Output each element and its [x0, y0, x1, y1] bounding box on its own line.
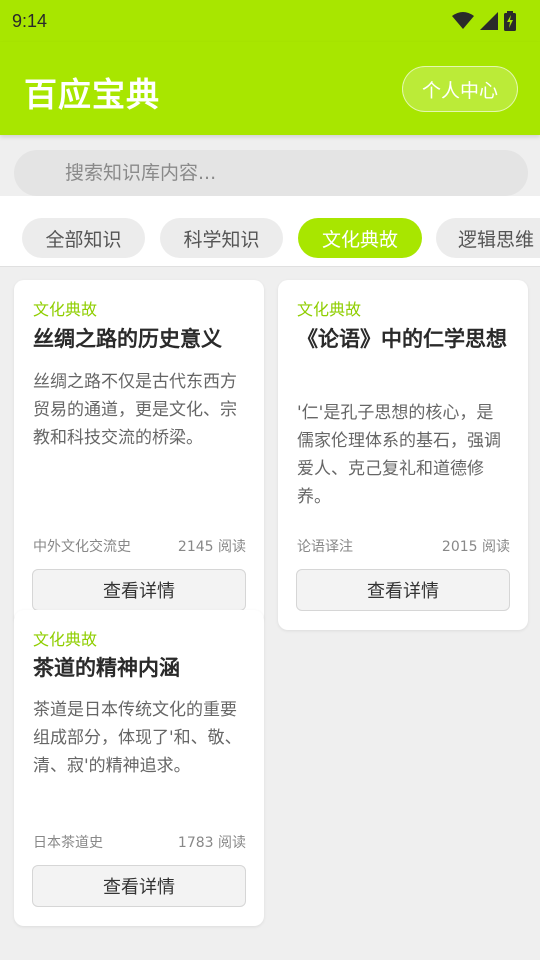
tab-science[interactable]: 科学知识: [160, 218, 283, 258]
card-title: 茶道的精神内涵: [33, 656, 180, 680]
tab-culture[interactable]: 文化典故: [298, 218, 422, 258]
tab-all[interactable]: 全部知识: [22, 218, 145, 258]
card-read-count: 1783 阅读: [177, 835, 246, 851]
battery-icon: [504, 11, 516, 31]
tab-logic[interactable]: 逻辑思维: [436, 218, 540, 258]
wifi-icon: [452, 12, 474, 29]
view-details-button[interactable]: 查看详情: [32, 865, 246, 907]
card-source: 论语译注: [297, 539, 353, 555]
search-bar[interactable]: [14, 150, 528, 196]
profile-button[interactable]: 个人中心: [402, 66, 518, 112]
search-input[interactable]: [63, 161, 507, 185]
card-category: 文化典故: [33, 630, 98, 649]
card-read-count: 2015 阅读: [441, 539, 510, 555]
card-title: 丝绸之路的历史意义: [33, 327, 222, 351]
app-bar: 百应宝典 个人中心: [0, 42, 540, 135]
card-source: 日本茶道史: [33, 835, 103, 851]
status-time: 9:14: [12, 10, 48, 31]
knowledge-card[interactable]: 文化典故 丝绸之路的历史意义 丝绸之路不仅是古代东西方贸易的通道，更是文化、宗教…: [14, 280, 264, 625]
card-description: 茶道是日本传统文化的重要组成部分，体现了'和、敬、清、寂'的精神追求。: [33, 700, 242, 776]
card-description: 丝绸之路不仅是古代东西方贸易的通道，更是文化、宗教和科技交流的桥梁。: [33, 372, 237, 448]
signal-icon: [480, 12, 498, 30]
card-description: '仁'是孔子思想的核心，是儒家伦理体系的基石，强调爱人、克己复礼和道德修养。: [297, 403, 501, 507]
app-title: 百应宝典: [24, 75, 160, 114]
card-source: 中外文化交流史: [33, 539, 131, 555]
card-title: 《论语》中的仁学思想: [297, 327, 507, 351]
knowledge-card[interactable]: 文化典故 茶道的精神内涵 茶道是日本传统文化的重要组成部分，体现了'和、敬、清、…: [14, 610, 264, 926]
category-tabs: 全部知识 科学知识 文化典故 逻辑思维: [0, 196, 540, 267]
view-details-button[interactable]: 查看详情: [296, 569, 510, 611]
card-category: 文化典故: [33, 300, 98, 319]
status-bar: 9:14: [0, 0, 540, 42]
card-category: 文化典故: [297, 300, 362, 319]
view-details-button[interactable]: 查看详情: [32, 569, 246, 611]
card-read-count: 2145 阅读: [177, 539, 246, 555]
status-icons: [452, 11, 516, 31]
knowledge-card[interactable]: 文化典故 《论语》中的仁学思想 '仁'是孔子思想的核心，是儒家伦理体系的基石，强…: [278, 280, 528, 630]
